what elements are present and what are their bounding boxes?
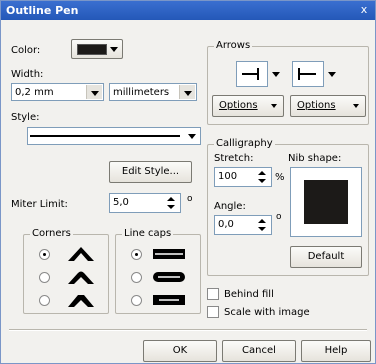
cap-butt-radio[interactable] [131,249,142,260]
butt-cap-icon [153,249,185,259]
width-label: Width: [11,69,44,80]
percent-sign: % [275,172,285,183]
edit-style-button[interactable]: Edit Style... [109,161,192,183]
chevron-down-icon[interactable] [86,85,102,99]
corners-group: Corners [23,228,109,314]
chevron-down-icon[interactable] [328,72,336,77]
miter-limit-input[interactable]: 5,0 [109,193,181,213]
spin-down-icon[interactable] [164,203,178,212]
bevel-corner-icon [68,295,94,307]
miter-limit-label: Miter Limit: [11,199,68,210]
default-button[interactable]: Default [290,246,362,268]
chevron-down-icon [188,134,196,139]
chevron-down-icon[interactable] [272,72,280,77]
cap-round-radio[interactable] [131,272,142,283]
close-button[interactable]: x [357,3,371,17]
end-arrow-select[interactable] [292,61,324,87]
ok-label: OK [172,345,188,356]
behind-fill-checkbox[interactable] [207,288,219,300]
nib-shape-label: Nib shape: [288,153,342,164]
color-label: Color: [11,45,41,56]
line-icon [298,73,316,75]
scale-with-image-checkbox[interactable] [207,306,219,318]
line-icon [242,73,258,75]
miter-limit-spinner[interactable] [164,195,178,211]
help-label: Help [324,345,348,356]
options-label: Options [219,100,258,111]
corners-legend: Corners [30,228,73,239]
chevron-down-icon [271,104,277,108]
width-unit-select[interactable]: millimeters [109,83,197,101]
dialog-title: Outline Pen [6,4,79,17]
edit-style-label: Edit Style... [121,166,180,177]
chevron-down-icon[interactable] [179,85,195,99]
nib-square-icon [304,180,348,224]
cancel-label: Cancel [242,345,276,356]
help-button[interactable]: Help [301,340,371,362]
corner-round-radio[interactable] [39,272,50,283]
stretch-label: Stretch: [214,153,254,164]
angle-spinner[interactable] [255,217,269,233]
style-label: Style: [11,112,40,123]
ok-button[interactable]: OK [143,340,217,362]
line-caps-group: Line caps [115,228,201,314]
angle-input[interactable]: 0,0 [214,215,272,235]
outline-pen-dialog: Outline Pen x Color: Width: 0,2 mm milli… [0,0,376,364]
chevron-down-icon [110,47,118,52]
arrows-end-options-button[interactable]: Options [290,95,366,117]
line-style-select[interactable] [27,127,201,145]
cancel-button[interactable]: Cancel [222,340,296,362]
width-unit-value: millimeters [113,87,170,98]
corner-bevel-radio[interactable] [39,295,50,306]
angle-value: 0,0 [218,219,234,230]
calligraphy-legend: Calligraphy [214,138,275,149]
width-select[interactable]: 0,2 mm [11,83,104,101]
arrows-start-options-button[interactable]: Options [212,95,284,117]
angle-label: Angle: [214,201,246,212]
miter-limit-value: 5,0 [113,197,129,208]
arrows-group: Arrows Options Options [207,40,369,125]
color-picker-button[interactable] [71,39,123,59]
stretch-value: 100 [218,171,238,182]
calligraphy-group: Calligraphy Stretch: Nib shape: 100 % An… [207,138,369,276]
degree-mark: o [187,194,193,204]
nib-shape-preview[interactable] [290,167,362,237]
stretch-spinner[interactable] [255,169,269,185]
cap-square-radio[interactable] [131,295,142,306]
start-arrow-select[interactable] [236,61,268,87]
line-caps-legend: Line caps [122,228,174,239]
round-cap-icon [153,272,185,282]
round-corner-icon [68,271,94,284]
behind-fill-label: Behind fill [224,289,274,300]
solid-line-icon [30,135,180,137]
default-label: Default [307,251,345,262]
degree-mark: o [276,212,282,222]
scale-with-image-label: Scale with image [224,307,310,318]
width-value: 0,2 mm [15,87,54,98]
miter-corner-icon [68,247,94,261]
line-icon [257,68,259,80]
corner-miter-radio[interactable] [39,249,50,260]
chevron-down-icon [353,104,359,108]
title-bar[interactable]: Outline Pen x [1,1,375,20]
arrows-legend: Arrows [214,40,253,51]
square-cap-icon [153,295,185,305]
options-label: Options [297,100,336,111]
separator [9,329,367,331]
color-swatch [77,44,107,55]
spin-down-icon[interactable] [255,177,269,186]
spin-down-icon[interactable] [255,225,269,234]
stretch-input[interactable]: 100 [214,167,272,187]
